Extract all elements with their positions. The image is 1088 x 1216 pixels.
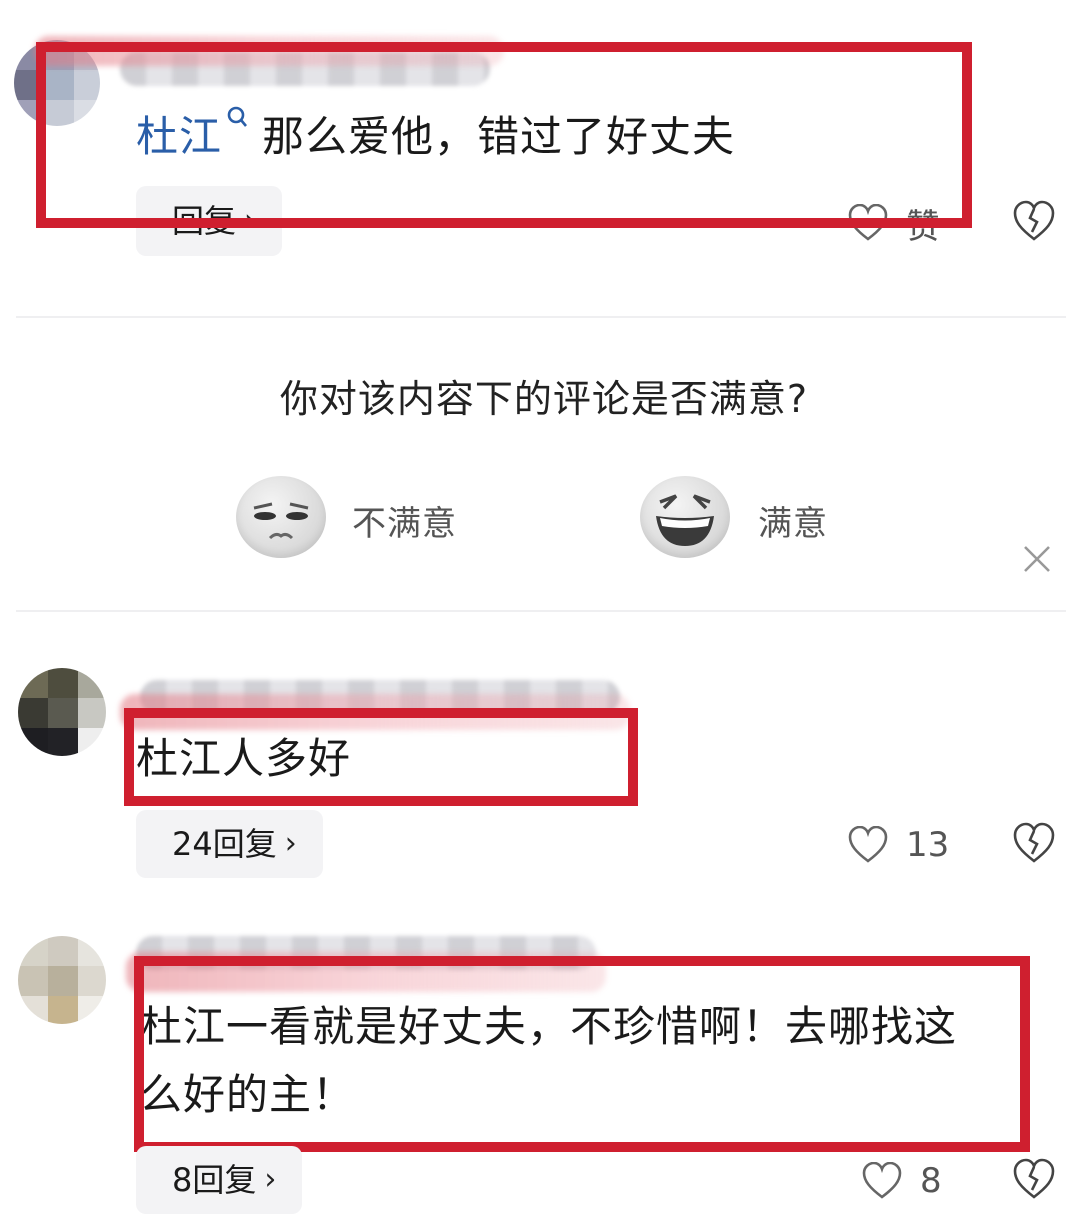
heart-outline-icon [862,1162,902,1199]
highlight-box [124,708,638,806]
like-count: 8 [920,1161,942,1201]
avatar[interactable] [18,668,106,756]
chevron-right-icon: › [284,826,297,861]
dislike-button[interactable] [1012,822,1056,864]
broken-heart-icon [1013,822,1055,863]
highlight-box [134,956,1030,1152]
like-button[interactable]: 8 [862,1156,942,1206]
broken-heart-icon [1013,200,1055,241]
heart-outline-icon [848,826,888,863]
dislike-button[interactable] [1012,200,1056,242]
divider [16,316,1066,318]
reply-button[interactable]: 8回复 › [136,1146,303,1214]
divider [16,610,1066,612]
satisfied-option[interactable]: 满意 [758,496,828,545]
broken-heart-icon [1013,1158,1055,1199]
reply-button[interactable]: 24回复 › [136,810,323,878]
like-button[interactable]: 13 [848,820,949,870]
survey-question: 你对该内容下的评论是否满意? [279,377,809,421]
unsatisfied-option[interactable]: 不满意 [352,496,457,545]
avatar[interactable] [18,936,106,1024]
close-icon[interactable] [1022,544,1052,574]
dislike-button[interactable] [1012,1158,1056,1200]
satisfied-face-icon[interactable] [640,476,730,558]
unsatisfied-face-icon[interactable] [236,476,326,558]
like-count: 13 [906,825,950,865]
highlight-box [36,42,972,228]
chevron-right-icon: › [264,1162,277,1197]
reply-label: 8回复 [172,1161,257,1199]
reply-label: 24回复 [172,825,277,863]
